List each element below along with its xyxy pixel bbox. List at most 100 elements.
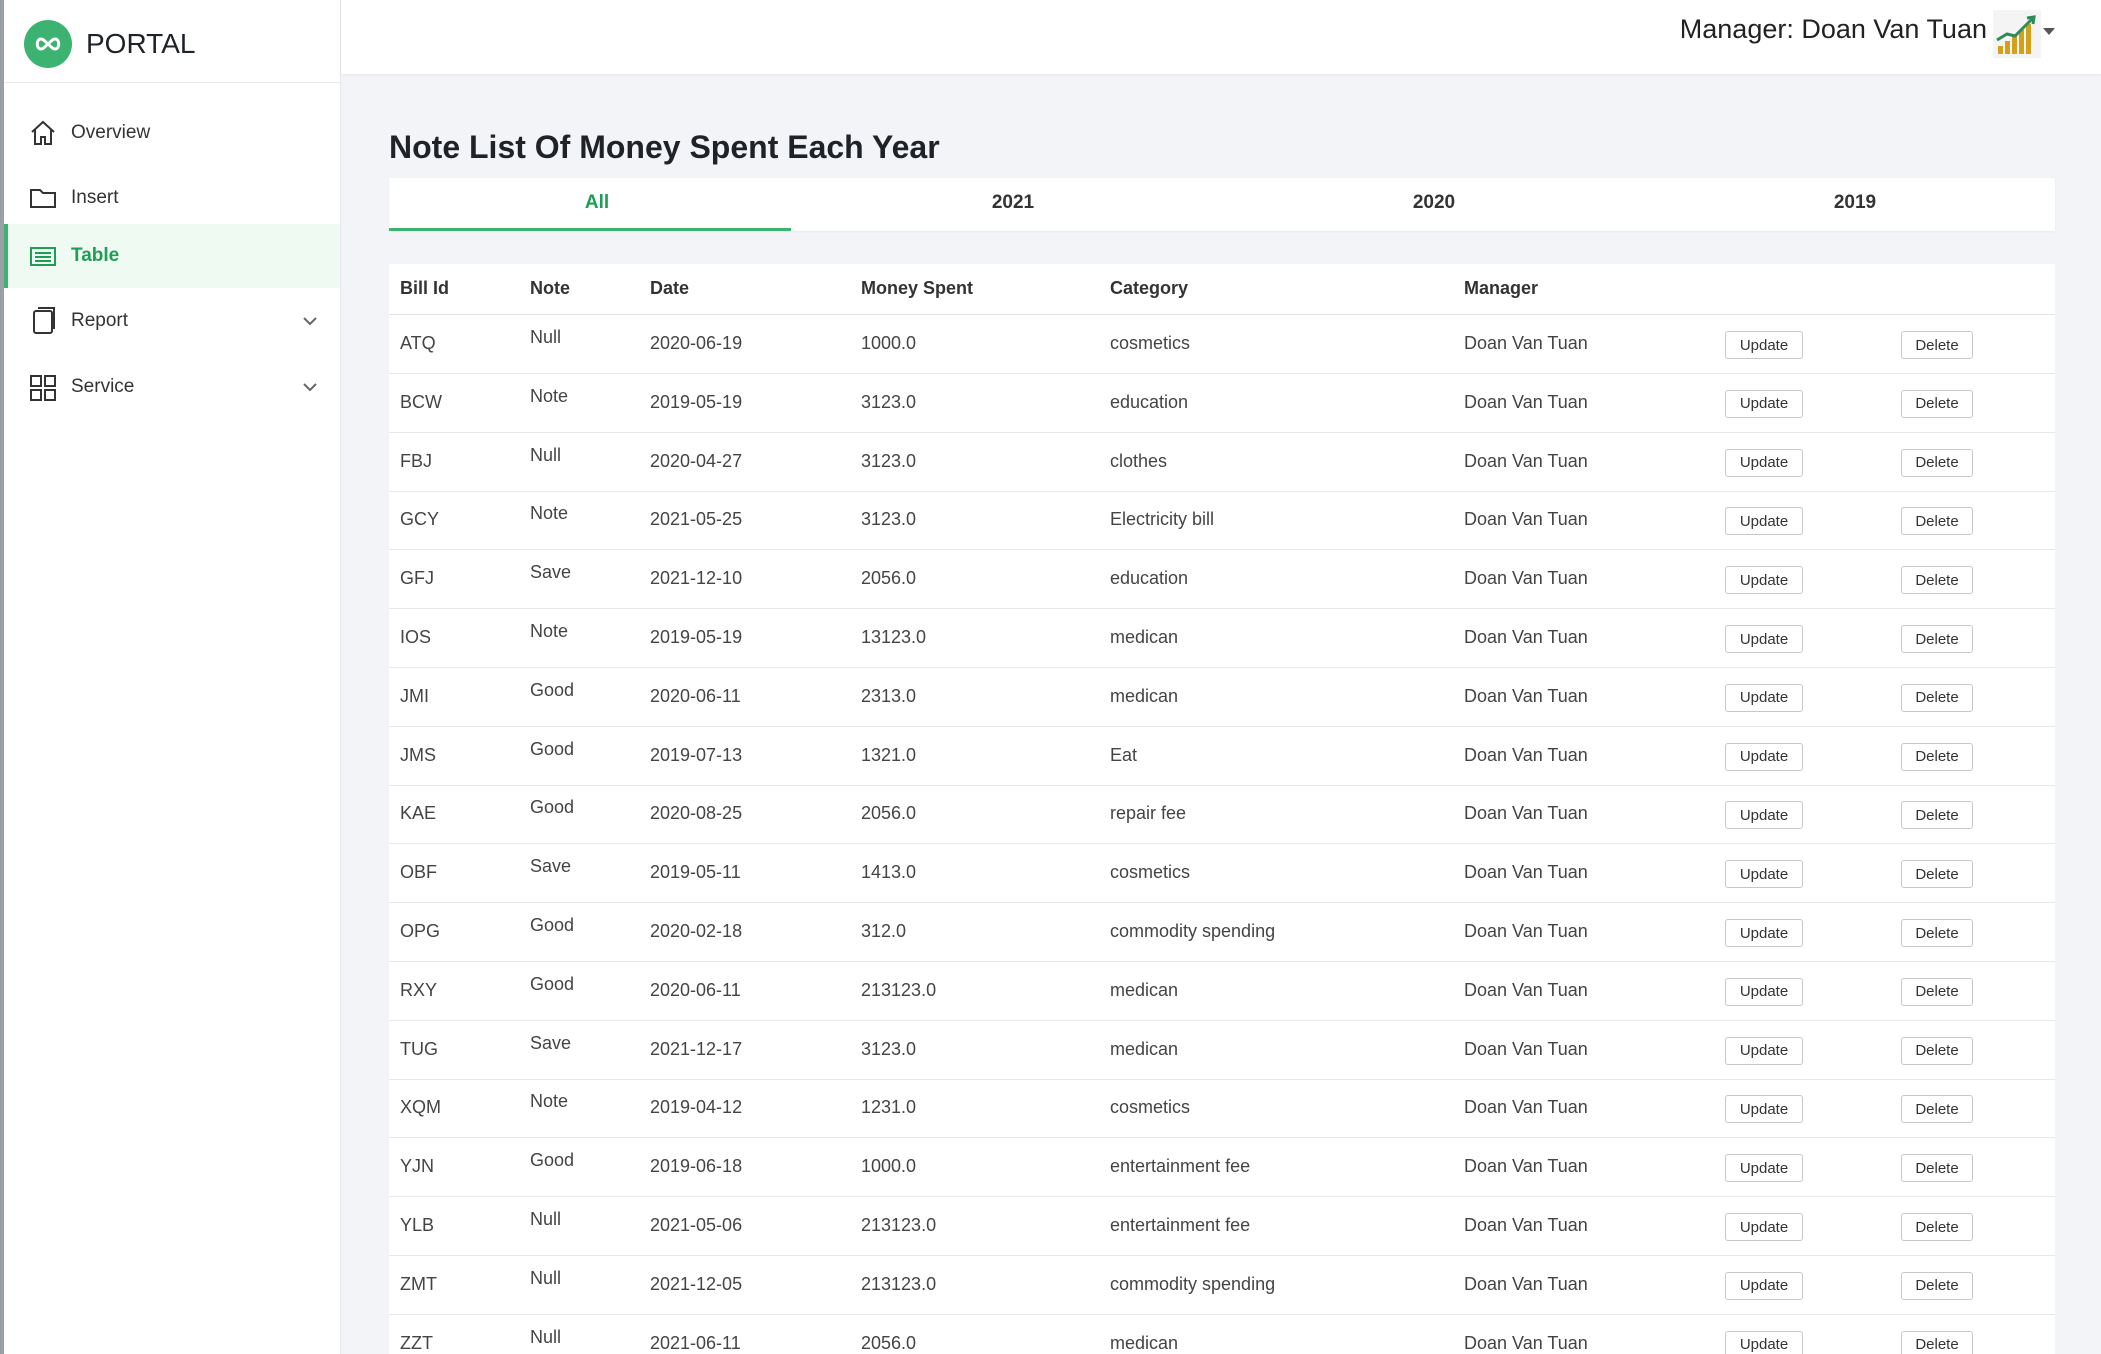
delete-button[interactable]: Delete xyxy=(1901,1330,1973,1354)
update-button[interactable]: Update xyxy=(1725,1213,1803,1241)
delete-button[interactable]: Delete xyxy=(1901,448,1973,477)
manager-cell: Doan Van Tuan xyxy=(1464,568,1588,589)
note-cell: Note xyxy=(530,621,569,641)
delete-button[interactable]: Delete xyxy=(1901,919,1973,947)
home-icon xyxy=(28,117,58,149)
tab-2020[interactable]: 2020 xyxy=(1226,178,1642,231)
note-cell: Null xyxy=(530,1326,562,1347)
delete-button[interactable]: Delete xyxy=(1901,860,1973,889)
sidebar-item-report[interactable]: Report xyxy=(4,289,340,353)
money-spent-cell: 3123.0 xyxy=(861,1038,917,1059)
caret-down-icon[interactable] xyxy=(2043,28,2055,35)
update-button[interactable]: Update xyxy=(1725,389,1803,418)
date-cell: 2020-06-11 xyxy=(650,979,741,1000)
year-tabs: All 2021 2020 2019 xyxy=(389,178,2055,231)
table-row: ATQ Null 2020-06-19 1000.0 cosmetics Doan Van… xyxy=(389,315,2055,374)
update-button[interactable]: Update xyxy=(1725,1271,1803,1300)
tab-all[interactable]: All xyxy=(389,178,805,231)
date-cell: 2019-05-19 xyxy=(650,627,743,647)
money-spent-cell: 1231.0 xyxy=(861,1097,917,1118)
update-button[interactable]: Update xyxy=(1725,331,1803,359)
update-button[interactable]: Update xyxy=(1725,742,1803,771)
avatar[interactable] xyxy=(1993,10,2041,58)
delete-button[interactable]: Delete xyxy=(1901,742,1973,771)
manager-cell: Doan Van Tuan xyxy=(1464,1273,1588,1294)
update-button[interactable]: Update xyxy=(1725,801,1803,830)
delete-button[interactable]: Delete xyxy=(1901,801,1973,830)
delete-button[interactable]: Delete xyxy=(1901,389,1973,418)
date-cell: 2020-06-11 xyxy=(650,685,741,706)
update-button[interactable]: Update xyxy=(1725,507,1803,536)
delete-button[interactable]: Delete xyxy=(1901,1154,1973,1183)
delete-button[interactable]: Delete xyxy=(1901,1271,1973,1300)
date-cell: 2021-05-06 xyxy=(650,1215,743,1235)
note-cell: Good xyxy=(530,797,575,818)
tab-2021[interactable]: 2021 xyxy=(805,178,1221,231)
category-cell: education xyxy=(1110,568,1189,589)
update-button[interactable]: Update xyxy=(1725,625,1803,653)
update-button[interactable]: Update xyxy=(1725,566,1803,595)
bill-id-cell: OPG xyxy=(400,921,441,941)
bill-id-cell: ZZT xyxy=(400,1332,433,1353)
sidebar-item-label: Report xyxy=(71,310,129,331)
category-cell: clothes xyxy=(1110,450,1168,471)
date-cell: 2021-12-05 xyxy=(650,1273,743,1294)
date-cell: 2020-04-27 xyxy=(650,450,743,471)
category-cell: Electricity bill xyxy=(1110,509,1215,530)
sidebar-item-insert[interactable]: Insert xyxy=(4,166,340,230)
bill-id-cell: OBF xyxy=(400,862,438,883)
delete-button[interactable]: Delete xyxy=(1901,507,1973,536)
delete-button[interactable]: Delete xyxy=(1901,977,1973,1006)
column-header-money-spent: Money Spent xyxy=(861,278,974,298)
bill-id-cell: GFJ xyxy=(400,568,434,589)
sidebar-item-label: Table xyxy=(71,245,120,266)
report-icon xyxy=(28,305,58,337)
bill-id-cell: JMI xyxy=(400,685,429,706)
category-cell: cosmetics xyxy=(1110,1097,1191,1118)
category-cell: medican xyxy=(1110,979,1179,1000)
tab-2019[interactable]: 2019 xyxy=(1647,178,2063,231)
date-cell: 2021-06-11 xyxy=(650,1332,741,1353)
date-cell: 2020-06-19 xyxy=(650,333,743,353)
sidebar-item-table[interactable]: Table xyxy=(4,224,340,288)
category-cell: medican xyxy=(1110,685,1179,706)
delete-button[interactable]: Delete xyxy=(1901,331,1973,359)
update-button[interactable]: Update xyxy=(1725,1095,1803,1124)
update-button[interactable]: Update xyxy=(1725,860,1803,889)
date-cell: 2019-05-11 xyxy=(650,862,741,883)
update-button[interactable]: Update xyxy=(1725,1330,1803,1354)
update-button[interactable]: Update xyxy=(1725,977,1803,1006)
delete-button[interactable]: Delete xyxy=(1901,625,1973,653)
bill-id-cell: JMS xyxy=(400,744,436,765)
sidebar-item-overview[interactable]: Overview xyxy=(4,101,340,165)
table-row: ZZT Null 2021-06-11 2056.0 medican Doan Van T… xyxy=(389,1315,2055,1354)
logo[interactable]: PORTAL xyxy=(24,20,195,68)
bills-table: Bill Id Note Date Money Spent Category M… xyxy=(389,264,2055,1354)
delete-button[interactable]: Delete xyxy=(1901,683,1973,712)
delete-button[interactable]: Delete xyxy=(1901,1213,1973,1241)
column-header-date: Date xyxy=(650,278,690,298)
update-button[interactable]: Update xyxy=(1725,1154,1803,1183)
money-spent-cell: 1413.0 xyxy=(861,862,917,883)
update-button[interactable]: Update xyxy=(1725,683,1803,712)
table-row: BCW Note 2019-05-19 3123.0 education Doan Van… xyxy=(389,374,2055,433)
sidebar-item-service[interactable]: Service xyxy=(4,355,340,419)
delete-button[interactable]: Delete xyxy=(1901,1095,1973,1124)
delete-button[interactable]: Delete xyxy=(1901,566,1973,595)
grid-icon xyxy=(28,371,58,403)
update-button[interactable]: Update xyxy=(1725,919,1803,947)
money-spent-cell: 213123.0 xyxy=(861,979,937,1000)
money-spent-cell: 2313.0 xyxy=(861,685,917,706)
manager-cell: Doan Van Tuan xyxy=(1464,1215,1588,1235)
update-button[interactable]: Update xyxy=(1725,1036,1803,1065)
update-button[interactable]: Update xyxy=(1725,448,1803,477)
category-cell: medican xyxy=(1110,1332,1179,1353)
manager-cell: Doan Van Tuan xyxy=(1464,1038,1588,1059)
column-header-category: Category xyxy=(1110,278,1189,298)
page-title: Note List Of Money Spent Each Year xyxy=(389,129,940,166)
delete-button[interactable]: Delete xyxy=(1901,1036,1973,1065)
money-spent-cell: 1000.0 xyxy=(861,333,917,353)
note-cell: Note xyxy=(530,1091,569,1112)
table-row: GCY Note 2021-05-25 3123.0 Electricity bill D… xyxy=(389,491,2055,551)
note-cell: Save xyxy=(530,856,572,877)
